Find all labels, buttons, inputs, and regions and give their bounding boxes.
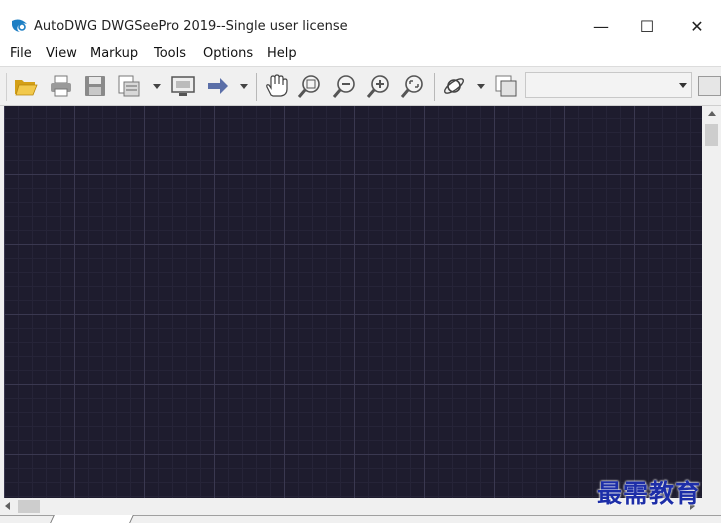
menu-file[interactable]: File [10, 46, 32, 61]
print-icon[interactable] [48, 73, 74, 99]
orbit-dropdown-icon[interactable] [477, 84, 485, 89]
minimize-button[interactable]: — [578, 12, 624, 42]
maximize-icon: ☐ [639, 17, 655, 36]
close-button[interactable]: ✕ [674, 12, 720, 42]
app-logo-icon [12, 19, 27, 32]
orbit-icon[interactable] [441, 73, 467, 99]
menu-markup[interactable]: Markup [90, 46, 138, 61]
zoom-in-icon[interactable] [366, 73, 392, 99]
save-icon[interactable] [82, 73, 108, 99]
window-title: AutoDWG DWGSeePro 2019--Single user lice… [34, 19, 348, 34]
toolbar [0, 66, 721, 106]
toolbar-separator [434, 73, 435, 101]
scroll-left-icon[interactable] [5, 502, 10, 510]
monitor-icon[interactable] [170, 73, 196, 99]
maximize-button[interactable]: ☐ [624, 12, 670, 42]
convert-icon[interactable] [116, 73, 142, 99]
vertical-scrollbar[interactable] [703, 106, 721, 498]
open-folder-icon[interactable] [13, 73, 39, 99]
menu-bar: File View Markup Tools Options Help [0, 42, 721, 66]
view-combo[interactable] [525, 72, 692, 98]
close-icon: ✕ [690, 17, 704, 36]
watermark-text: 最需教育 [597, 479, 702, 508]
layers-icon[interactable] [493, 73, 519, 99]
zoom-window-icon[interactable] [297, 73, 323, 99]
arrow-right-icon[interactable] [205, 73, 231, 99]
chevron-down-icon[interactable] [679, 83, 687, 88]
ruler-icon[interactable] [698, 76, 721, 96]
vertical-scroll-thumb[interactable] [705, 124, 718, 146]
toolbar-grip [6, 73, 7, 101]
menu-options[interactable]: Options [203, 46, 253, 61]
pan-hand-icon[interactable] [263, 73, 289, 99]
toolbar-separator [256, 73, 257, 101]
menu-view[interactable]: View [46, 46, 77, 61]
arrow-dropdown-icon[interactable] [240, 84, 248, 89]
menu-help[interactable]: Help [267, 46, 297, 61]
convert-dropdown-icon[interactable] [153, 84, 161, 89]
title-bar: AutoDWG DWGSeePro 2019--Single user lice… [0, 0, 721, 42]
zoom-fit-icon[interactable] [400, 73, 426, 99]
drawing-canvas[interactable] [4, 106, 702, 498]
scroll-up-icon[interactable] [708, 111, 716, 116]
minimize-icon: — [593, 17, 609, 36]
zoom-out-icon[interactable] [332, 73, 358, 99]
menu-tools[interactable]: Tools [154, 46, 186, 61]
horizontal-scroll-thumb[interactable] [18, 500, 40, 513]
